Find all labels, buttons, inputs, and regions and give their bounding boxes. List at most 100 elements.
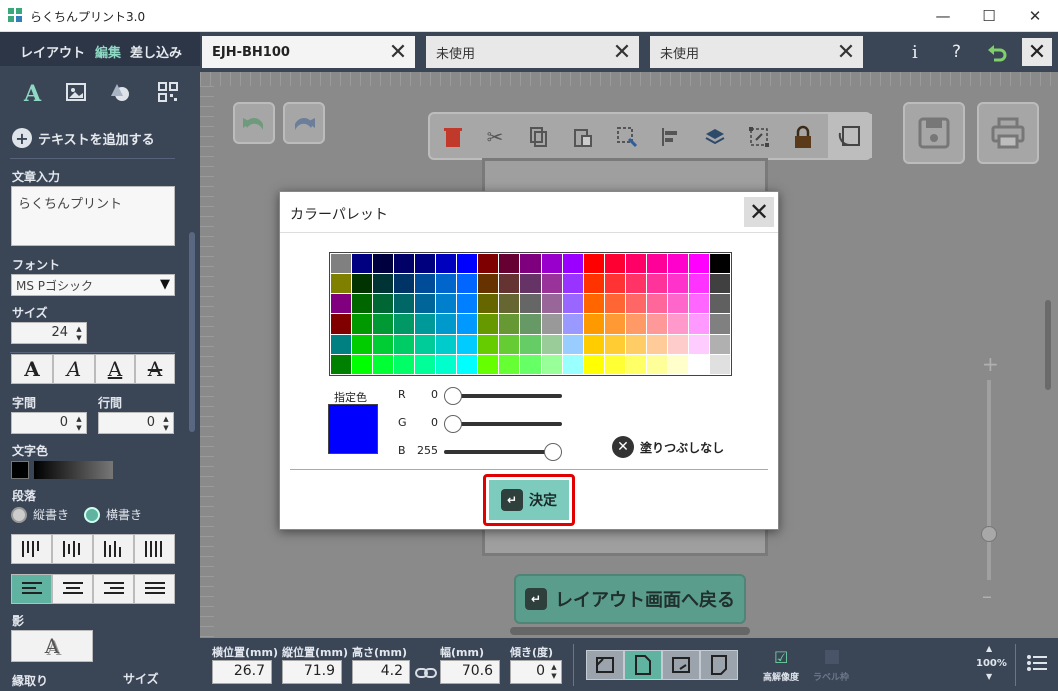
palette-swatch[interactable] (457, 274, 478, 294)
italic-button[interactable]: A (53, 354, 95, 384)
palette-swatch[interactable] (331, 294, 352, 314)
palette-swatch[interactable] (541, 294, 562, 314)
palette-swatch[interactable] (436, 294, 457, 314)
palette-swatch[interactable] (436, 354, 457, 374)
tab-layout[interactable]: レイアウト (20, 42, 85, 61)
tab-doc-2[interactable]: 未使用 ✕ (426, 36, 639, 68)
print-button[interactable] (977, 102, 1039, 164)
palette-swatch[interactable] (373, 294, 394, 314)
palette-swatch[interactable] (562, 314, 583, 334)
left-panel-scrollbar[interactable] (189, 232, 195, 432)
close-tab-icon[interactable]: ✕ (605, 36, 639, 68)
image-tool-icon[interactable] (62, 78, 90, 106)
palette-swatch[interactable] (394, 274, 415, 294)
palette-swatch[interactable] (478, 334, 499, 354)
r-slider-knob[interactable] (444, 387, 462, 405)
strikethrough-button[interactable]: A (135, 354, 175, 384)
rotate-0-button[interactable] (624, 650, 662, 680)
palette-swatch[interactable] (688, 274, 709, 294)
align-objects-button[interactable] (656, 122, 686, 152)
zoom-down-icon[interactable]: ▼ (986, 672, 992, 681)
palette-swatch[interactable] (667, 314, 688, 334)
palette-swatch[interactable] (352, 294, 373, 314)
palette-swatch[interactable] (457, 254, 478, 274)
palette-swatch[interactable] (625, 254, 646, 274)
horizontal-scrollbar[interactable] (510, 627, 750, 635)
palette-swatch[interactable] (331, 274, 352, 294)
palette-swatch[interactable] (499, 294, 520, 314)
size-stepper[interactable]: 24 ▲ ▼ (11, 322, 87, 344)
palette-swatch[interactable] (331, 254, 352, 274)
palette-swatch[interactable] (625, 334, 646, 354)
palette-swatch[interactable] (667, 334, 688, 354)
palette-swatch[interactable] (667, 274, 688, 294)
palette-swatch[interactable] (415, 254, 436, 274)
palette-swatch[interactable] (352, 274, 373, 294)
align-top-button[interactable] (11, 534, 52, 564)
palette-swatch[interactable] (646, 314, 667, 334)
info-icon[interactable]: i (912, 42, 918, 63)
palette-swatch[interactable] (352, 354, 373, 374)
palette-swatch[interactable] (520, 294, 541, 314)
g-slider-knob[interactable] (444, 415, 462, 433)
link-aspect-icon[interactable] (415, 666, 437, 680)
palette-swatch[interactable] (520, 334, 541, 354)
underline-button[interactable]: A (95, 354, 135, 384)
palette-swatch[interactable] (394, 354, 415, 374)
palette-swatch[interactable] (583, 254, 604, 274)
palette-swatch[interactable] (541, 314, 562, 334)
align-middle-button[interactable] (52, 534, 93, 564)
palette-swatch[interactable] (331, 354, 352, 374)
stepper-arrows-icon[interactable]: ▲ ▼ (74, 325, 84, 343)
width-input[interactable]: 70.6 (440, 660, 500, 684)
palette-swatch[interactable] (478, 314, 499, 334)
palette-swatch[interactable] (625, 314, 646, 334)
no-fill-button[interactable]: ✕ 塗りつぶしなし (612, 436, 724, 458)
vertical-scrollbar[interactable] (1045, 300, 1051, 390)
undo-arrow-icon[interactable] (986, 42, 1008, 64)
zoom-up-icon[interactable]: ▲ (986, 644, 992, 653)
palette-swatch[interactable] (709, 294, 730, 314)
zoom-slider-knob[interactable] (981, 526, 997, 542)
stepper-arrows-icon[interactable]: ▲ ▼ (161, 415, 171, 433)
palette-swatch[interactable] (583, 354, 604, 374)
bold-button[interactable]: A (11, 354, 53, 384)
tab-doc-1[interactable]: EJH-BH100 ✕ (202, 36, 415, 68)
palette-swatch[interactable] (394, 314, 415, 334)
palette-swatch[interactable] (394, 334, 415, 354)
copy-button[interactable] (524, 122, 554, 152)
palette-swatch[interactable] (499, 354, 520, 374)
palette-swatch[interactable] (457, 294, 478, 314)
y-position-input[interactable]: 71.9 (282, 660, 342, 684)
stepper-arrows-icon[interactable]: ▲ ▼ (74, 415, 84, 433)
stepper-arrows-icon[interactable]: ▲ ▼ (549, 663, 559, 681)
palette-swatch[interactable] (478, 294, 499, 314)
palette-swatch[interactable] (499, 274, 520, 294)
palette-swatch[interactable] (604, 274, 625, 294)
cut-button[interactable]: ✂ (480, 122, 510, 152)
palette-swatch[interactable] (562, 334, 583, 354)
palette-swatch[interactable] (646, 294, 667, 314)
palette-swatch[interactable] (415, 334, 436, 354)
zoom-slider-track[interactable] (987, 380, 991, 580)
palette-swatch[interactable] (541, 254, 562, 274)
lock-button[interactable] (788, 122, 818, 152)
palette-swatch[interactable] (331, 334, 352, 354)
back-to-layout-button[interactable]: ↵ レイアウト画面へ戻る (514, 574, 746, 624)
palette-swatch[interactable] (373, 334, 394, 354)
shape-tool-icon[interactable] (106, 78, 134, 106)
palette-swatch[interactable] (625, 274, 646, 294)
save-button[interactable] (903, 102, 965, 164)
palette-swatch[interactable] (373, 274, 394, 294)
palette-swatch[interactable] (352, 254, 373, 274)
minimize-button[interactable]: — (920, 0, 966, 32)
text-input[interactable]: らくちんプリント (11, 186, 175, 246)
palette-swatch[interactable] (457, 314, 478, 334)
label-frame-checkbox[interactable] (825, 650, 839, 664)
tab-edit[interactable]: 編集 (95, 42, 121, 61)
add-text-button[interactable]: + テキストを追加する (12, 128, 155, 148)
palette-swatch[interactable] (604, 334, 625, 354)
group-button[interactable] (744, 122, 774, 152)
palette-swatch[interactable] (604, 314, 625, 334)
palette-swatch[interactable] (373, 314, 394, 334)
